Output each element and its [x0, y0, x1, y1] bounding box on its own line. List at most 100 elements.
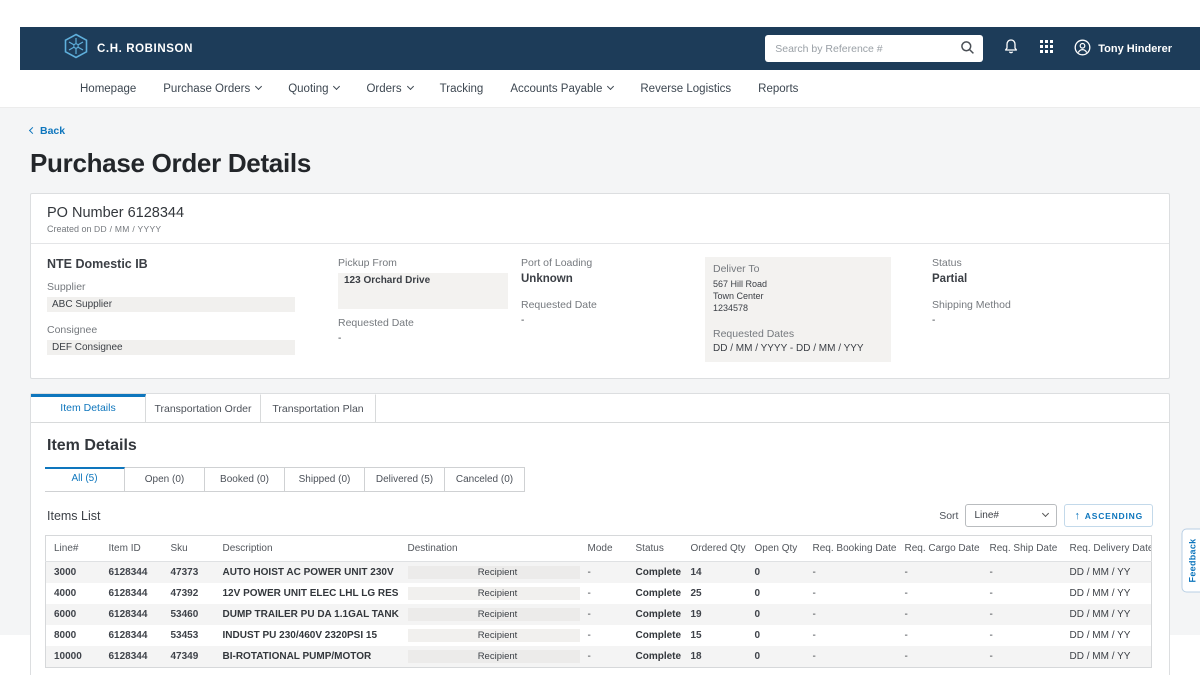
feedback-tab[interactable]: Feedback — [1182, 529, 1200, 593]
cell-status: Complete — [628, 646, 683, 668]
requested-date-value: - — [521, 315, 705, 326]
table-row[interactable]: 8000 6128344 53453 INDUST PU 230/460V 23… — [46, 625, 1152, 646]
po-created: Created on DD / MM / YYYY — [47, 224, 1153, 234]
status-filter-label: Booked (0) — [220, 474, 269, 485]
column-header[interactable]: Req. Delivery Date — [1062, 536, 1152, 562]
po-number: PO Number 6128344 — [47, 205, 1153, 221]
menu-item[interactable]: Reports — [758, 83, 798, 95]
search-icon[interactable] — [960, 40, 975, 60]
user-menu[interactable]: Tony Hinderer — [1074, 39, 1172, 59]
table-row[interactable]: 6000 6128344 53460 DUMP TRAILER PU DA 1.… — [46, 604, 1152, 625]
table-row[interactable]: 4000 6128344 47392 12V POWER UNIT ELEC L… — [46, 583, 1152, 604]
column-header[interactable]: Ordered Qty — [683, 536, 747, 562]
menu-item[interactable]: Homepage — [80, 83, 136, 95]
page-title: Purchase Order Details — [30, 148, 1170, 179]
cell-req-delivery-date: DD / MM / YY — [1062, 625, 1152, 646]
menu-item-label: Homepage — [80, 83, 136, 95]
cell-sku: 53453 — [163, 625, 215, 646]
table-row[interactable]: 3000 6128344 47373 AUTO HOIST AC POWER U… — [46, 562, 1152, 584]
cell-req-delivery-date: DD / MM / YY — [1062, 583, 1152, 604]
column-header[interactable]: Destination — [400, 536, 580, 562]
cell-req-booking-date: - — [805, 625, 897, 646]
sort-direction-button[interactable]: ↑ ASCENDING — [1064, 504, 1153, 527]
tab[interactable]: Transportation Plan — [261, 394, 376, 422]
tab[interactable]: Item Details — [31, 394, 146, 422]
tab-label: Transportation Plan — [272, 403, 363, 415]
menu-item[interactable]: Reverse Logistics — [640, 83, 731, 95]
chevron-down-icon — [255, 83, 262, 90]
status-filter-label: Open (0) — [145, 474, 184, 485]
user-avatar-icon — [1074, 39, 1091, 59]
menu-item[interactable]: Tracking — [440, 83, 484, 95]
cell-req-cargo-date: - — [897, 625, 982, 646]
column-header[interactable]: Mode — [580, 536, 628, 562]
deliver-to-column: Deliver To 567 Hill Road Town Center 123… — [705, 257, 910, 362]
cell-open-qty: 0 — [747, 625, 805, 646]
cell-ordered-qty: 19 — [683, 604, 747, 625]
column-header[interactable]: Sku — [163, 536, 215, 562]
cell-mode: - — [580, 646, 628, 668]
column-header[interactable]: Req. Cargo Date — [897, 536, 982, 562]
status-column: Status Partial Shipping Method - — [910, 257, 1153, 362]
cell-status: Complete — [628, 625, 683, 646]
column-header[interactable]: Line# — [46, 536, 101, 562]
status-filter-tab[interactable]: Canceled (0) — [445, 467, 525, 492]
status-badge: Partial — [932, 273, 1153, 285]
chevron-down-icon — [1042, 510, 1049, 517]
menu-item[interactable]: Accounts Payable — [510, 83, 613, 95]
cell-item-id: 6128344 — [101, 604, 163, 625]
cell-destination: Recipient — [400, 562, 580, 584]
cell-status: Complete — [628, 583, 683, 604]
cell-destination: Recipient — [400, 604, 580, 625]
cell-open-qty: 0 — [747, 604, 805, 625]
menu-item[interactable]: Purchase Orders — [163, 83, 261, 95]
cell-req-cargo-date: - — [897, 646, 982, 668]
po-parties-column: NTE Domestic IB Supplier ABC Supplier Co… — [47, 257, 338, 362]
port-of-loading-column: Port of Loading Unknown Requested Date - — [521, 257, 705, 362]
cell-open-qty: 0 — [747, 562, 805, 584]
consignee-value: DEF Consignee — [47, 340, 295, 355]
cell-req-ship-date: - — [982, 562, 1062, 584]
brand-logo[interactable]: C.H. ROBINSON — [64, 33, 193, 64]
cell-description: DUMP TRAILER PU DA 1.1GAL TANK — [215, 604, 400, 625]
cell-destination: Recipient — [400, 646, 580, 668]
items-list-title: Items List — [47, 509, 101, 523]
status-filter-label: Canceled (0) — [456, 474, 513, 485]
table-row[interactable]: 10000 6128344 47349 BI-ROTATIONAL PUMP/M… — [46, 646, 1152, 668]
notifications-bell-icon[interactable] — [1003, 38, 1019, 60]
cell-line: 3000 — [46, 562, 101, 584]
pickup-from-label: Pickup From — [338, 257, 521, 269]
app-grid-icon[interactable] — [1039, 39, 1054, 59]
pickup-from-value: 123 Orchard Drive — [338, 273, 508, 309]
sort-label: Sort — [939, 510, 958, 522]
tab-label: Transportation Order — [154, 403, 251, 415]
brand-name: C.H. ROBINSON — [97, 43, 193, 55]
consignee-label: Consignee — [47, 324, 338, 336]
cell-sku: 47349 — [163, 646, 215, 668]
column-header[interactable]: Req. Booking Date — [805, 536, 897, 562]
chevron-left-icon — [29, 127, 36, 134]
column-header[interactable]: Req. Ship Date — [982, 536, 1062, 562]
column-header[interactable]: Description — [215, 536, 400, 562]
column-header[interactable]: Status — [628, 536, 683, 562]
search-input[interactable] — [765, 35, 983, 62]
column-header[interactable]: Open Qty — [747, 536, 805, 562]
menu-item[interactable]: Quoting — [288, 83, 339, 95]
status-filter-tab[interactable]: Open (0) — [125, 467, 205, 492]
menu-item-label: Quoting — [288, 83, 328, 95]
back-link[interactable]: Back — [30, 125, 65, 137]
requested-dates-value: DD / MM / YYYY - DD / MM / YYY — [713, 343, 883, 354]
status-filter-tab[interactable]: Shipped (0) — [285, 467, 365, 492]
search-box — [765, 35, 983, 62]
cell-line: 8000 — [46, 625, 101, 646]
menu-item[interactable]: Orders — [366, 83, 412, 95]
cell-ordered-qty: 15 — [683, 625, 747, 646]
cell-mode: - — [580, 583, 628, 604]
tab[interactable]: Transportation Order — [146, 394, 261, 422]
status-filter-tab[interactable]: All (5) — [45, 467, 125, 492]
status-filter-tab[interactable]: Booked (0) — [205, 467, 285, 492]
column-header[interactable]: Item ID — [101, 536, 163, 562]
sort-select[interactable]: Line# — [965, 504, 1057, 527]
status-filter-tab[interactable]: Delivered (5) — [365, 467, 445, 492]
cell-req-booking-date: - — [805, 604, 897, 625]
